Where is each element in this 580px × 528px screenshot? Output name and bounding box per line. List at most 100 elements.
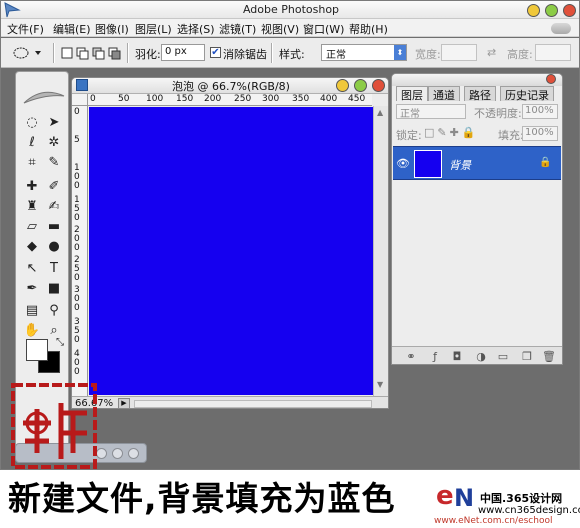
menu-image[interactable]: 图像(I) [95, 21, 129, 37]
tab-layers[interactable]: 图层 [396, 86, 428, 102]
ruler-tick-label: 400 [320, 94, 338, 104]
fill-input[interactable]: 100% [522, 126, 558, 141]
marquee-tool-icon[interactable]: ◌ [22, 114, 42, 132]
link-icon[interactable]: ⚭ [404, 350, 418, 364]
tab-history[interactable]: 历史记录 [500, 86, 554, 102]
feather-input[interactable]: 0 px [161, 44, 205, 61]
menu-help[interactable]: 帮助(H) [349, 21, 388, 37]
menu-view[interactable]: 视图(V) [261, 21, 299, 37]
menu-edit[interactable]: 编辑(E) [53, 21, 91, 37]
brush-tool-icon[interactable]: ✐ [44, 178, 64, 196]
style-select[interactable]: 正常 ⬍ [321, 44, 407, 61]
svg-text:N: N [454, 484, 474, 512]
magic-wand-icon[interactable]: ✲ [44, 134, 64, 152]
doc-minimize-button[interactable] [336, 79, 349, 92]
options-bar: 羽化: 0 px ✔ 消除锯齿 样式: 正常 ⬍ 宽度: ⇄ 高度: [1, 38, 579, 68]
opacity-input[interactable]: 100% [522, 104, 558, 119]
lock-options-icon[interactable]: □✎✚🔒 [424, 126, 479, 139]
tool-preset-picker[interactable] [9, 45, 45, 61]
watermark-site-name: 中国.365设计网 [480, 492, 563, 505]
separator [53, 43, 55, 63]
group-folder-icon[interactable]: ▭ [496, 350, 510, 364]
dodge-tool-icon[interactable]: ● [44, 238, 64, 256]
horizontal-ruler: 0 50 100 150 200 250 300 350 400 450 [88, 94, 372, 106]
tab-paths[interactable]: 路径 [464, 86, 496, 102]
ruler-tick-label: 0 [90, 94, 96, 104]
canvas[interactable] [89, 107, 373, 395]
slice-tool-icon[interactable]: ✎ [44, 154, 64, 172]
path-select-icon[interactable]: ↖ [22, 260, 42, 278]
blur-tool-icon[interactable]: ◆ [22, 238, 42, 256]
maximize-button[interactable] [545, 4, 558, 17]
vertical-scrollbar[interactable]: ▲ ▼ [373, 106, 388, 397]
move-tool-icon[interactable]: ➤ [44, 114, 64, 132]
width-input[interactable] [441, 44, 477, 61]
layer-row[interactable]: 👁 背景 🔒 [393, 146, 561, 180]
toolbar-toggle-button[interactable] [551, 23, 571, 34]
menu-select[interactable]: 选择(S) [177, 21, 215, 37]
layer-name: 背景 [449, 159, 471, 172]
document-window: 泡泡 @ 66.7%(RGB/8) 0 50 100 150 200 250 3… [71, 77, 389, 409]
doc-close-button[interactable] [372, 79, 385, 92]
scroll-up-icon[interactable]: ▲ [377, 108, 383, 117]
trash-icon[interactable]: 🗑 [542, 350, 556, 364]
lasso-tool-icon[interactable]: ℓ [22, 134, 42, 152]
menu-filter[interactable]: 滤镜(T) [219, 21, 256, 37]
clone-stamp-icon[interactable]: ♜ [22, 198, 42, 216]
lock-label: 锁定: [396, 129, 422, 142]
height-input[interactable] [535, 44, 571, 61]
notes-tool-icon[interactable]: ▤ [22, 302, 42, 320]
scroll-down-icon[interactable]: ▼ [377, 380, 383, 389]
minimize-button[interactable] [527, 4, 540, 17]
palette-button[interactable] [96, 448, 107, 459]
width-label: 宽度: [415, 48, 441, 61]
ruler-tick-label: 3 0 0 [74, 285, 80, 313]
ruler-tick-label: 350 [292, 94, 310, 104]
caption-text: 新建文件,背景填充为蓝色 [8, 479, 396, 518]
panel-bottom-bar: ⚭ ƒ ◘ ◑ ▭ ❐ 🗑 [392, 346, 562, 364]
tab-channels[interactable]: 通道 [428, 86, 460, 102]
layers-panel: 图层 通道 路径 历史记录 正常 不透明度: 100% 锁定: □✎✚🔒 填充:… [391, 73, 563, 365]
eyedropper-icon[interactable]: ⚲ [44, 302, 64, 320]
mask-icon[interactable]: ◘ [450, 350, 464, 364]
window-title: Adobe Photoshop [242, 3, 340, 16]
menu-bar: 文件(F) 编辑(E) 图像(I) 图层(L) 选择(S) 滤镜(T) 视图(V… [1, 19, 579, 37]
ruler-tick-label: 50 [118, 94, 130, 104]
menu-layer[interactable]: 图层(L) [135, 21, 172, 37]
selection-mode-icons[interactable] [61, 46, 123, 60]
history-brush-icon[interactable]: ✍ [44, 198, 64, 216]
status-menu-icon[interactable]: ▶ [118, 398, 130, 408]
swap-colors-icon[interactable]: ⤡ [50, 334, 70, 352]
pen-tool-icon[interactable]: ✒ [22, 280, 42, 298]
eye-visibility-icon[interactable]: 👁 [396, 157, 410, 170]
gradient-tool-icon[interactable]: ▬ [44, 218, 64, 236]
hand-tool-icon[interactable]: ✋ [22, 322, 42, 340]
seal-stamp [11, 383, 97, 469]
ruler-tick-label: 2 5 0 [74, 255, 80, 283]
type-tool-icon[interactable]: T [44, 260, 64, 278]
height-label: 高度: [507, 48, 533, 61]
swap-icon[interactable]: ⇄ [487, 46, 496, 59]
horizontal-scrollbar[interactable] [134, 400, 372, 408]
menu-window[interactable]: 窗口(W) [303, 21, 344, 37]
adjustment-icon[interactable]: ◑ [474, 350, 488, 364]
blend-mode-select[interactable]: 正常 [396, 104, 466, 120]
layer-style-icon[interactable]: ƒ [428, 350, 442, 364]
antialias-checkbox[interactable]: ✔ [210, 47, 221, 58]
ruler-tick-label: 450 [348, 94, 366, 104]
document-status-bar: 66.67% ▶ [72, 396, 388, 408]
crop-tool-icon[interactable]: ⌗ [22, 154, 42, 172]
close-button[interactable] [563, 4, 576, 17]
eraser-tool-icon[interactable]: ▱ [22, 218, 42, 236]
ruler-corner[interactable] [72, 94, 88, 106]
palette-button[interactable] [128, 448, 139, 459]
new-layer-icon[interactable]: ❐ [520, 350, 534, 364]
palette-button[interactable] [112, 448, 123, 459]
title-bar: Adobe Photoshop [1, 1, 579, 19]
menu-file[interactable]: 文件(F) [7, 21, 44, 37]
doc-maximize-button[interactable] [354, 79, 367, 92]
healing-brush-icon[interactable]: ✚ [22, 178, 42, 196]
foreground-color-swatch[interactable] [26, 339, 48, 361]
shape-tool-icon[interactable]: ■ [44, 280, 64, 298]
panel-close-button[interactable] [546, 74, 556, 84]
